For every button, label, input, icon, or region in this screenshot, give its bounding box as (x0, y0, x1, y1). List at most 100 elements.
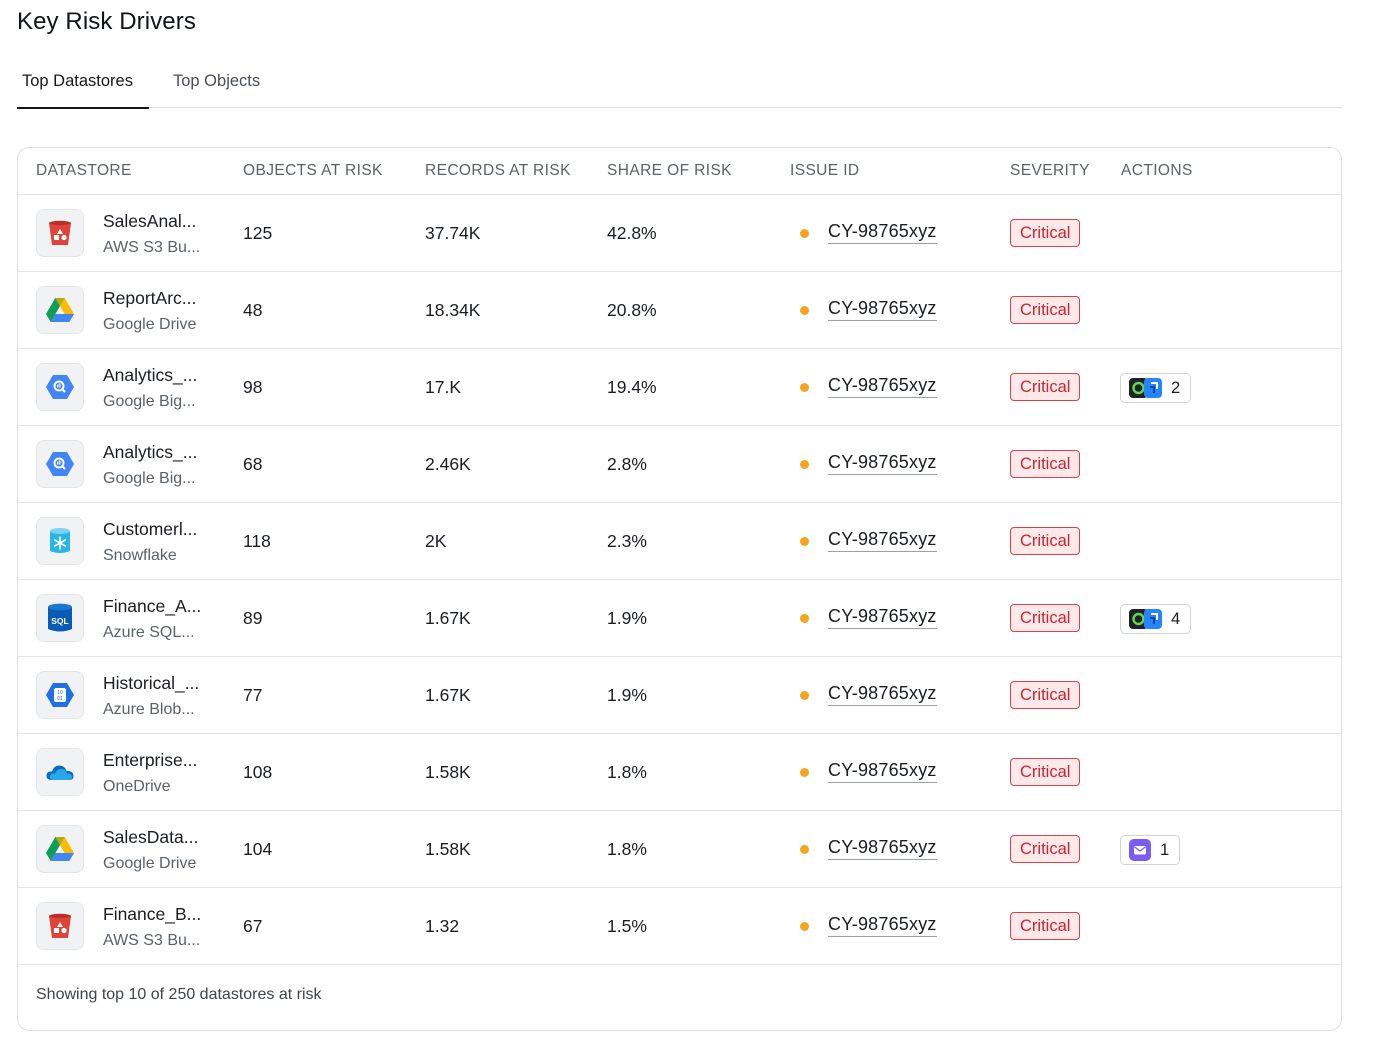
column-header-datastore[interactable]: DATASTORE (36, 162, 132, 180)
datastore-name[interactable]: Customerl... (103, 519, 197, 540)
table-row[interactable]: SQL Finance_A... Azure SQL... 89 1.67K 1.9% CY… (18, 580, 1341, 657)
email-icon (1129, 839, 1151, 861)
share-of-risk-value: 42.8% (607, 223, 657, 243)
datastore-name[interactable]: SalesData... (103, 827, 198, 848)
objects-at-risk-value: 77 (243, 685, 263, 705)
issue-status-dot (800, 768, 809, 777)
issue-id-link[interactable]: CY-98765xyz (828, 221, 937, 244)
issue-id-link[interactable]: CY-98765xyz (828, 375, 937, 398)
svg-text:SQL: SQL (51, 616, 68, 626)
table-row[interactable]: SalesAnal... AWS S3 Bu... 125 37.74K 42.8% CY… (18, 195, 1341, 272)
table-row[interactable]: ReportArc... Google Drive 48 18.34K 20.8% CY-… (18, 272, 1341, 349)
records-at-risk-value: 1.67K (425, 685, 471, 705)
table-row[interactable]: 10 01 Historical_... Azure Blob... 77 1.67K 1.… (18, 657, 1341, 734)
objects-at-risk-value: 68 (243, 454, 263, 474)
issue-id-link[interactable]: CY-98765xyz (828, 760, 937, 783)
ticket-actions-button[interactable]: 1 (1120, 835, 1181, 865)
table-row[interactable]: SalesData... Google Drive 104 1.58K 1.8% CY-9… (18, 811, 1341, 888)
datastore-type: Snowflake (103, 547, 177, 564)
aws-s3-bucket-icon (36, 902, 84, 950)
column-header-severity[interactable]: SEVERITY (1010, 162, 1090, 180)
column-header-actions: ACTIONS (1121, 162, 1193, 179)
issue-status-dot (800, 229, 809, 238)
ticket-count: 4 (1171, 609, 1181, 628)
objects-at-risk-value: 125 (243, 223, 273, 243)
table-row[interactable]: Enterprise... OneDrive 108 1.58K 1.8% CY-9876… (18, 734, 1341, 811)
issue-id-link[interactable]: CY-98765xyz (828, 837, 937, 860)
severity-badge: Critical (1010, 219, 1081, 247)
datastore-type: Google Big... (103, 470, 196, 487)
google-bigquery-icon (36, 440, 84, 488)
datastore-name[interactable]: Finance_B... (103, 904, 201, 925)
issue-status-dot (800, 614, 809, 623)
issue-status-dot (800, 691, 809, 700)
severity-badge: Critical (1010, 527, 1081, 555)
issue-id-link[interactable]: CY-98765xyz (828, 298, 937, 321)
ticket-actions-button[interactable]: 4 (1120, 604, 1192, 634)
share-of-risk-value: 20.8% (607, 300, 657, 320)
objects-at-risk-value: 67 (243, 916, 263, 936)
column-header-records-at-risk[interactable]: RECORDS AT RISK (425, 162, 571, 180)
share-of-risk-value: 2.3% (607, 531, 647, 551)
table-row[interactable]: Customerl... Snowflake 118 2K 2.3% CY-98765xy… (18, 503, 1341, 580)
issue-status-dot (800, 460, 809, 469)
objects-at-risk-value: 89 (243, 608, 263, 628)
datastore-type: AWS S3 Bu... (103, 932, 201, 949)
severity-badge: Critical (1010, 296, 1081, 324)
issue-id-link[interactable]: CY-98765xyz (828, 914, 937, 937)
column-header-share-of-risk[interactable]: SHARE OF RISK (607, 162, 732, 180)
severity-badge: Critical (1010, 912, 1081, 940)
column-header-issue-id[interactable]: ISSUE ID (790, 162, 860, 180)
google-bigquery-icon (36, 363, 84, 411)
issue-id-link[interactable]: CY-98765xyz (828, 452, 937, 475)
objects-at-risk-value: 48 (243, 300, 263, 320)
records-at-risk-value: 1.58K (425, 839, 471, 859)
datastore-name[interactable]: Historical_... (103, 673, 199, 694)
objects-at-risk-value: 98 (243, 377, 263, 397)
share-of-risk-value: 1.9% (607, 608, 647, 628)
issue-id-link[interactable]: CY-98765xyz (828, 683, 937, 706)
records-at-risk-value: 1.67K (425, 608, 471, 628)
severity-badge: Critical (1010, 758, 1081, 786)
records-at-risk-value: 37.74K (425, 223, 481, 243)
issue-status-dot (800, 306, 809, 315)
datastore-name[interactable]: SalesAnal... (103, 211, 196, 232)
jira-servicenow-icon (1129, 609, 1162, 629)
issue-status-dot (800, 845, 809, 854)
google-drive-icon (36, 825, 84, 873)
datastore-name[interactable]: Analytics_... (103, 365, 197, 386)
datastore-name[interactable]: Enterprise... (103, 750, 197, 771)
google-drive-icon (36, 286, 84, 334)
ticket-actions-button[interactable]: 2 (1120, 373, 1192, 403)
table-row[interactable]: Finance_B... AWS S3 Bu... 67 1.32 1.5% CY-987… (18, 888, 1341, 965)
objects-at-risk-value: 104 (243, 839, 273, 859)
share-of-risk-value: 1.8% (607, 762, 647, 782)
table-footer-summary: Showing top 10 of 250 datastores at risk (36, 986, 322, 1003)
ticket-count: 1 (1160, 840, 1170, 859)
objects-at-risk-value: 108 (243, 762, 273, 782)
issue-id-link[interactable]: CY-98765xyz (828, 529, 937, 552)
datastore-name[interactable]: ReportArc... (103, 288, 196, 309)
datastore-name[interactable]: Finance_A... (103, 596, 201, 617)
datastore-type: Google Big... (103, 393, 196, 410)
column-header-objects-at-risk[interactable]: OBJECTS AT RISK (243, 162, 383, 180)
records-at-risk-value: 1.58K (425, 762, 471, 782)
jira-servicenow-icon (1129, 378, 1162, 398)
issue-status-dot (800, 383, 809, 392)
records-at-risk-value: 18.34K (425, 300, 481, 320)
tab-top-datastores[interactable]: Top Datastores (17, 60, 149, 109)
share-of-risk-value: 2.8% (607, 454, 647, 474)
datastore-name[interactable]: Analytics_... (103, 442, 197, 463)
share-of-risk-value: 1.8% (607, 839, 647, 859)
tab-bar: Top Datastores Top Objects (17, 60, 1342, 109)
records-at-risk-value: 1.32 (425, 916, 460, 936)
table-row[interactable]: Analytics_... Google Big... 98 17.K 19.4% CY-… (18, 349, 1341, 426)
datastore-type: Google Drive (103, 855, 197, 872)
datastore-type: Azure Blob... (103, 701, 195, 718)
datastore-type: Google Drive (103, 316, 197, 333)
table-row[interactable]: Analytics_... Google Big... 68 2.46K 2.8% CY-… (18, 426, 1341, 503)
datastores-table: DATASTORE OBJECTS AT RISK RECORDS AT RIS… (17, 147, 1342, 1031)
tab-top-objects[interactable]: Top Objects (173, 60, 273, 108)
records-at-risk-value: 17.K (425, 377, 461, 397)
issue-id-link[interactable]: CY-98765xyz (828, 606, 937, 629)
